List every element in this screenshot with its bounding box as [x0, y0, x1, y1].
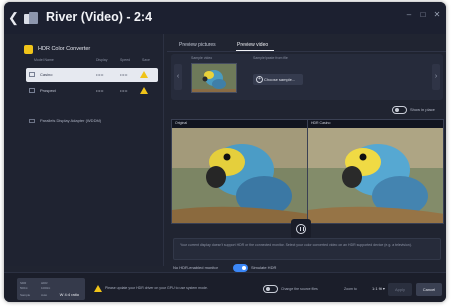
warning-icon	[140, 71, 148, 78]
preview-panel: Preview pictures Preview video ‹ Sample …	[167, 34, 446, 272]
pause-icon	[296, 224, 306, 234]
scroll-left-icon[interactable]: ‹	[174, 64, 182, 90]
show-in-place-control: Show in place	[392, 105, 444, 115]
maximize-icon[interactable]: □	[418, 10, 428, 20]
monitor-row[interactable]: Prospect ••••• •••••	[26, 84, 158, 98]
original-label: Original	[175, 121, 188, 125]
monitor-display-rating: •••••	[96, 89, 104, 93]
scroll-right-icon[interactable]: ›	[432, 64, 440, 90]
badge-cell: 500nt	[20, 286, 28, 290]
compare-label: Change the source files	[281, 287, 318, 291]
column-display: Display	[96, 58, 108, 62]
title-bar: ❮ River (Video) - 2:4 – □ ✕	[4, 2, 446, 34]
hdr-status-label: No HDR-enabled monitor	[173, 265, 218, 270]
plugin-name: HDR Color Converter	[38, 46, 91, 52]
badge-cell: SDR	[20, 281, 27, 285]
badge-cell: Sample	[20, 293, 31, 297]
monitor-name: Casino	[40, 72, 53, 77]
show-in-place-label: Show in place	[410, 107, 435, 112]
hdr-info-message: Your current display doesn't support HDR…	[173, 238, 441, 260]
column-save: Save	[142, 58, 150, 62]
chevron-down-icon: ▾	[382, 286, 385, 291]
choose-sample-label: Choose sample...	[264, 77, 296, 82]
monitor-panel: HDR Color Converter Model Name Display S…	[4, 34, 164, 266]
compare-toggle[interactable]	[263, 285, 278, 293]
monitor-icon	[29, 72, 35, 77]
warning-icon	[94, 285, 102, 292]
sample-video-thumbnail[interactable]	[191, 63, 237, 93]
column-headers: Model Name Display Speed Save	[24, 58, 159, 66]
main-window: ❮ River (Video) - 2:4 – □ ✕ HDR Color Co…	[4, 2, 446, 302]
driver-warning-text: Please update your HDR driver on your GP…	[105, 286, 208, 290]
active-tab-indicator	[236, 50, 274, 51]
tab-preview-video[interactable]: Preview video	[237, 40, 268, 50]
monitor-icon	[29, 88, 35, 93]
column-speed: Speed	[120, 58, 131, 62]
badge-cell: 1000nt	[41, 286, 51, 290]
parrot-image-original	[172, 128, 307, 223]
sample-label: Sample video	[191, 56, 213, 60]
parrot-image-converted	[308, 128, 443, 223]
display-adapter-row[interactable]: Parallels Display Adapter (WDDM)	[26, 116, 158, 126]
hdr-simulation-row: No HDR-enabled monitor Simulate HDR	[173, 264, 373, 272]
zoom-select[interactable]: 1:1 fit ▾	[372, 285, 385, 293]
converted-preview: HDR Casino	[307, 119, 444, 224]
badge-cell: HDR	[41, 281, 48, 285]
ratio-value: W 4:4 ratio	[59, 292, 79, 297]
plugin-header: HDR Color Converter	[24, 44, 159, 56]
zoom-value: 1:1 fit	[372, 286, 382, 291]
choose-sample-button[interactable]: + Choose sample...	[253, 74, 303, 85]
minimize-icon[interactable]: –	[404, 10, 414, 20]
warning-icon	[140, 87, 148, 94]
tab-divider	[167, 51, 446, 52]
simulate-hdr-label: Simulate HDR	[251, 265, 277, 270]
converted-label: HDR Casino	[311, 121, 331, 125]
show-in-place-toggle[interactable]	[392, 106, 407, 114]
badge-cell: Auto	[41, 293, 48, 297]
tab-preview-pictures[interactable]: Preview pictures	[179, 40, 216, 50]
play-pause-button[interactable]	[291, 219, 311, 239]
app-logo-icon	[24, 12, 38, 24]
hdr-ratio-badge: SDR 500nt HDR 1000nt Sample Auto W 4:4 r…	[17, 278, 85, 300]
monitor-speed-rating: •••••	[120, 89, 128, 93]
original-preview: Original	[171, 119, 308, 224]
source-label: Sample/paste from file	[253, 56, 288, 60]
adapter-name: Parallels Display Adapter (WDDM)	[40, 118, 102, 123]
column-model: Model Name	[34, 58, 54, 62]
monitor-speed-rating: •••••	[120, 73, 128, 77]
zoom-label: Zoom to	[344, 287, 357, 291]
close-icon[interactable]: ✕	[432, 10, 442, 20]
sample-strip: ‹ Sample video Sample/paste from file + …	[171, 54, 443, 100]
monitor-name: Prospect	[40, 88, 56, 93]
apply-button[interactable]: Apply	[388, 283, 412, 296]
window-title: River (Video) - 2:4	[46, 10, 153, 24]
footer-bar: SDR 500nt HDR 1000nt Sample Auto W 4:4 r…	[4, 272, 446, 302]
cancel-button[interactable]: Cancel	[416, 283, 442, 296]
monitor-row[interactable]: Casino ••••• •••••	[26, 68, 158, 82]
simulate-hdr-toggle[interactable]	[233, 264, 248, 272]
adapter-icon	[29, 119, 35, 123]
plugin-icon	[24, 45, 33, 54]
add-icon: +	[256, 76, 263, 83]
chevron-left-icon[interactable]: ❮	[8, 11, 19, 25]
monitor-display-rating: •••••	[96, 73, 104, 77]
